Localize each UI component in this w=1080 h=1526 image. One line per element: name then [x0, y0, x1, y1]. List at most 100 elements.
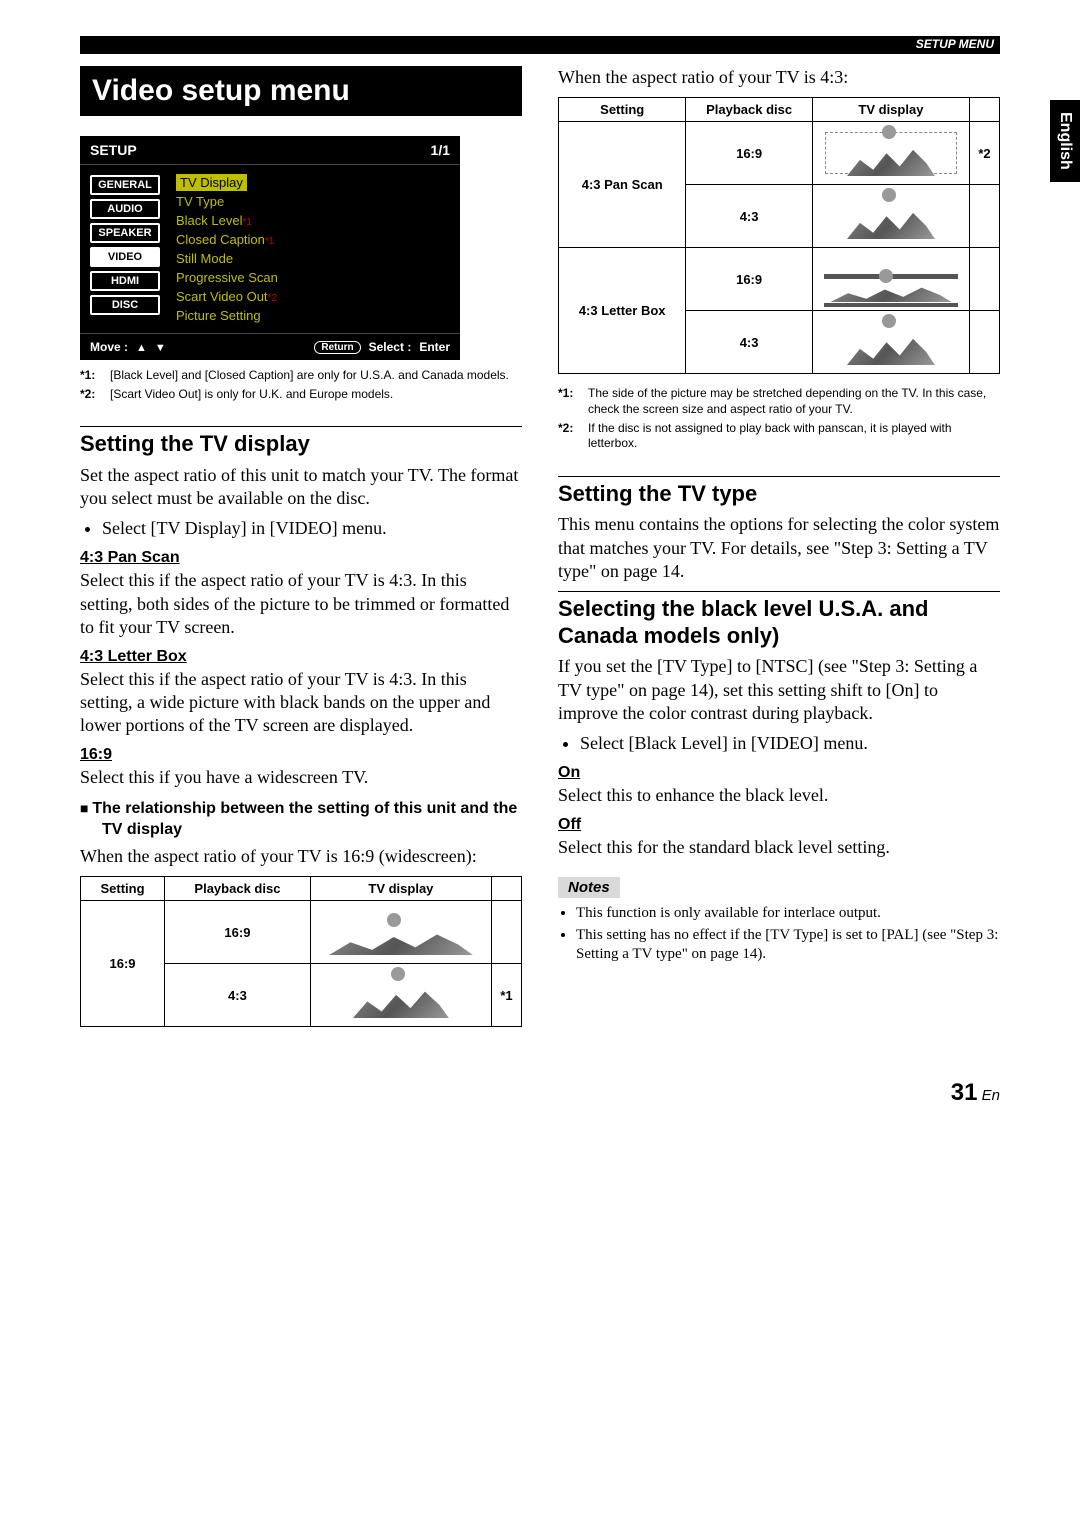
item-picture-setting[interactable]: Picture Setting: [176, 308, 452, 323]
tv-thumb: [812, 311, 969, 374]
footnote-text: If the disc is not assigned to play back…: [588, 421, 1000, 452]
tv-type-heading: Setting the TV type: [558, 476, 1000, 507]
header-bar: SETUP MENU: [80, 36, 1000, 54]
tv-display-intro: Set the aspect ratio of this unit to mat…: [80, 464, 522, 511]
setup-footnotes: *1: [Black Level] and [Closed Caption] ar…: [80, 368, 522, 402]
item-progressive-scan[interactable]: Progressive Scan: [176, 270, 452, 285]
tv-thumb: [812, 122, 969, 185]
on-heading: On: [558, 764, 1000, 782]
letterbox-text: Select this if the aspect ratio of your …: [80, 668, 522, 738]
tab-hdmi[interactable]: HDMI: [90, 271, 160, 291]
footnote-text: [Scart Video Out] is only for U.K. and E…: [110, 387, 393, 403]
right-column: When the aspect ratio of your TV is 4:3:…: [558, 66, 1000, 1039]
disc-cell: 16:9: [686, 248, 812, 311]
tab-audio[interactable]: AUDIO: [90, 199, 160, 219]
black-level-heading: Selecting the black level U.S.A. and Can…: [558, 591, 1000, 649]
item-tv-display[interactable]: TV Display: [176, 174, 247, 191]
notes-label: Notes: [558, 877, 620, 898]
letterbox-heading: 4:3 Letter Box: [80, 648, 522, 666]
tab-video[interactable]: VIDEO: [90, 247, 160, 267]
left-column: Video setup menu SETUP 1/1 GENERAL AUDIO…: [80, 66, 522, 1039]
footnote-key: *1:: [558, 386, 582, 417]
footnote-key: *2:: [558, 421, 582, 452]
th-tv: TV display: [310, 877, 491, 901]
note-cell: *2: [970, 122, 1000, 185]
tab-disc[interactable]: DISC: [90, 295, 160, 315]
up-arrow-icon: [136, 340, 147, 354]
section-title: Video setup menu: [80, 66, 522, 116]
footnote-key: *1:: [80, 368, 104, 384]
setup-page: 1/1: [431, 142, 450, 158]
item-scart-video-out[interactable]: Scart Video Out*2: [176, 289, 452, 304]
panscan-heading: 4:3 Pan Scan: [80, 549, 522, 567]
setting-cell: 4:3 Pan Scan: [559, 122, 686, 248]
black-level-bullet: Select [Black Level] in [VIDEO] menu.: [580, 733, 1000, 754]
enter-label: Enter: [419, 340, 450, 354]
setup-footer: Move : Return Select : Enter: [80, 333, 460, 360]
page: English SETUP MENU Video setup menu SETU…: [0, 0, 1080, 1167]
item-still-mode[interactable]: Still Mode: [176, 251, 452, 266]
tab-speaker[interactable]: SPEAKER: [90, 223, 160, 243]
setup-menu-box: SETUP 1/1 GENERAL AUDIO SPEAKER VIDEO HD…: [80, 136, 460, 360]
disc-cell: 4:3: [686, 185, 812, 248]
setup-items: TV Display TV Type Black Level*1 Closed …: [160, 169, 460, 329]
note-cell: *1: [492, 964, 522, 1027]
relationship-heading: The relationship between the setting of …: [80, 799, 522, 841]
col2-intro: When the aspect ratio of your TV is 4:3:: [558, 66, 1000, 89]
disc-cell: 4:3: [686, 311, 812, 374]
down-arrow-icon: [155, 340, 166, 354]
relationship-intro: When the aspect ratio of your TV is 16:9…: [80, 845, 522, 868]
note-cell: [970, 311, 1000, 374]
page-suffix: En: [982, 1087, 1000, 1104]
item-closed-caption[interactable]: Closed Caption*1: [176, 232, 452, 247]
tv-thumb: [310, 964, 491, 1027]
header-label: SETUP MENU: [916, 37, 994, 51]
note-cell: [970, 248, 1000, 311]
footnote-text: [Black Level] and [Closed Caption] are o…: [110, 368, 509, 384]
off-heading: Off: [558, 816, 1000, 834]
th-disc: Playback disc: [165, 877, 311, 901]
item-tv-type[interactable]: TV Type: [176, 194, 452, 209]
black-level-text: If you set the [TV Type] to [NTSC] (see …: [558, 655, 1000, 725]
off-text: Select this for the standard black level…: [558, 836, 1000, 859]
setting-cell: 16:9: [81, 901, 165, 1027]
note-item: This setting has no effect if the [TV Ty…: [576, 926, 1000, 964]
table-4-3: Setting Playback disc TV display 4:3 Pan…: [558, 97, 1000, 374]
tv-type-text: This menu contains the options for selec…: [558, 513, 1000, 583]
item-black-level[interactable]: Black Level*1: [176, 213, 452, 228]
tv-thumb: [812, 248, 969, 311]
note-item: This function is only available for inte…: [576, 904, 1000, 923]
th-setting: Setting: [81, 877, 165, 901]
widescreen-heading: 16:9: [80, 746, 522, 764]
tv-display-heading: Setting the TV display: [80, 426, 522, 457]
panscan-text: Select this if the aspect ratio of your …: [80, 569, 522, 639]
tab-general[interactable]: GENERAL: [90, 175, 160, 195]
th-tv: TV display: [812, 98, 969, 122]
move-label: Move :: [90, 340, 128, 354]
setup-title: SETUP: [90, 142, 137, 158]
disc-cell: 4:3: [165, 964, 311, 1027]
page-num: 31: [951, 1079, 978, 1106]
on-text: Select this to enhance the black level.: [558, 784, 1000, 807]
return-button[interactable]: Return: [314, 341, 360, 354]
note-cell: [492, 901, 522, 964]
select-label: Select :: [369, 340, 412, 354]
table2-footnotes: *1:The side of the picture may be stretc…: [558, 386, 1000, 451]
tv-display-bullet: Select [TV Display] in [VIDEO] menu.: [102, 518, 522, 539]
widescreen-text: Select this if you have a widescreen TV.: [80, 766, 522, 789]
disc-cell: 16:9: [686, 122, 812, 185]
disc-cell: 16:9: [165, 901, 311, 964]
footnote-key: *2:: [80, 387, 104, 403]
notes-list: This function is only available for inte…: [558, 904, 1000, 963]
tv-thumb: [310, 901, 491, 964]
footnote-text: The side of the picture may be stretched…: [588, 386, 1000, 417]
note-cell: [970, 185, 1000, 248]
setup-tabs: GENERAL AUDIO SPEAKER VIDEO HDMI DISC: [90, 169, 160, 329]
tv-thumb: [812, 185, 969, 248]
table-16-9: Setting Playback disc TV display 16:9 16…: [80, 876, 522, 1027]
setting-cell: 4:3 Letter Box: [559, 248, 686, 374]
language-tab[interactable]: English: [1050, 100, 1080, 182]
th-setting: Setting: [559, 98, 686, 122]
th-disc: Playback disc: [686, 98, 812, 122]
page-number: 31 En: [80, 1079, 1000, 1107]
